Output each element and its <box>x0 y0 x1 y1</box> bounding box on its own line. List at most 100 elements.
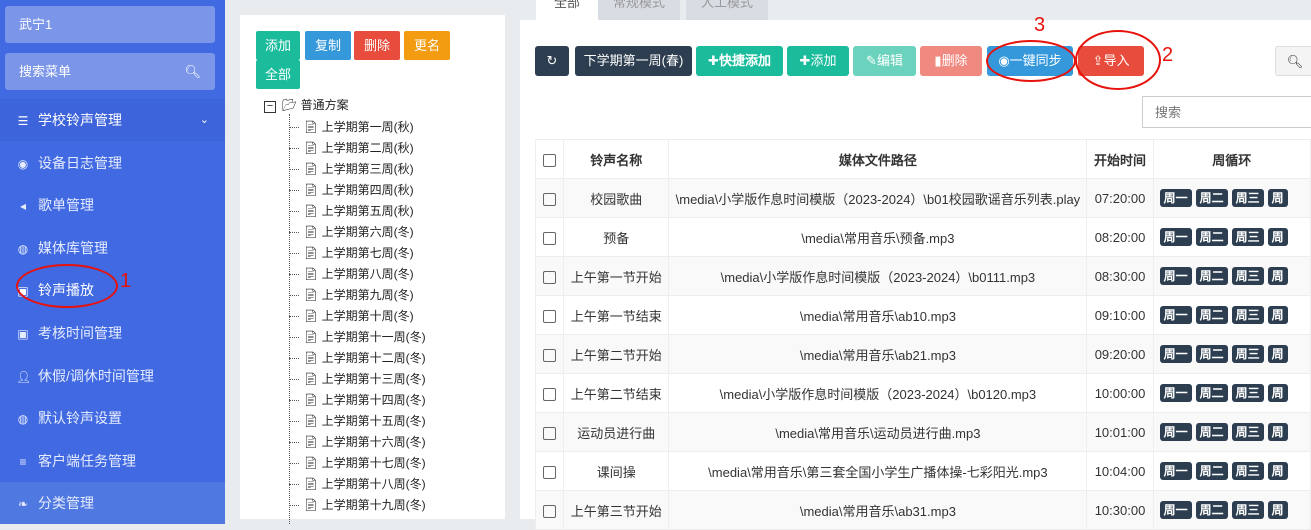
select-all-checkbox-cell[interactable] <box>534 139 565 179</box>
quick-add-button[interactable]: ✚快捷添加 <box>696 46 783 76</box>
tab-regular-mode[interactable]: 常规模式 <box>598 0 680 20</box>
day-badge: 周一 <box>1159 501 1192 519</box>
select-all-checkbox[interactable] <box>543 153 557 167</box>
menu-search-input[interactable]: 搜索菜单 <box>19 64 71 79</box>
tree-node[interactable]: 📄︎ 上学期第五周(秋) <box>289 201 414 222</box>
menu-item[interactable]: ❧ 分类管理 <box>0 482 225 525</box>
tree-delete-button[interactable]: 删除 <box>354 31 400 60</box>
start-time: 10:30:00 <box>1086 490 1154 530</box>
tree-rename-button[interactable]: 更名 <box>404 31 450 60</box>
menu-item[interactable]: ◍ 媒体库管理 <box>0 227 225 269</box>
add-button[interactable]: ✚添加 <box>787 46 849 76</box>
tree-node[interactable]: 📄︎ 上学期第一周(秋) <box>289 117 414 138</box>
row-checkbox[interactable] <box>543 192 557 206</box>
row-checkbox-cell[interactable] <box>534 490 565 530</box>
table-row[interactable]: 课间操 \media\常用音乐\第三套全国小学生广播体操-七彩阳光.mp3 10… <box>534 451 1311 491</box>
search-toggle-button[interactable]: 🔍︎ <box>1275 46 1311 76</box>
tree-node[interactable]: 📄︎ 上学期第三周(秋) <box>289 159 414 180</box>
search-icon[interactable]: 🔍︎ <box>184 53 201 90</box>
table-row[interactable]: 上午第三节开始 \media\常用音乐\ab31.mp3 10:30:00 周一… <box>534 490 1311 530</box>
col-name[interactable]: 铃声名称 <box>563 139 670 179</box>
row-checkbox[interactable] <box>543 309 557 323</box>
day-badge: 周 <box>1267 345 1288 363</box>
table-row[interactable]: 上午第一节开始 \media\小学版作息时间模版（2023-2024）\b011… <box>534 256 1311 296</box>
row-checkbox-cell[interactable] <box>534 295 565 335</box>
row-checkbox-cell[interactable] <box>534 256 565 296</box>
collapse-icon[interactable]: − <box>264 101 276 113</box>
tree-node[interactable]: 📄︎ 上学期第十四周(冬) <box>289 390 426 411</box>
tree-add-button[interactable]: 添加 <box>256 31 300 60</box>
row-checkbox-cell[interactable] <box>534 217 565 257</box>
day-badge: 周二 <box>1195 423 1228 441</box>
row-checkbox[interactable] <box>543 231 557 245</box>
menu-item[interactable]: ◉ 设备日志管理 <box>0 142 225 184</box>
row-checkbox-cell[interactable] <box>534 334 565 374</box>
table-search-input[interactable] <box>1142 96 1311 128</box>
tree-node[interactable]: 📄︎ 上学期第四周(秋) <box>289 180 414 201</box>
tree-node-label: 上学期第五周(秋) <box>321 204 414 218</box>
file-icon: 📄︎ <box>303 204 319 218</box>
row-checkbox-cell[interactable] <box>534 373 565 413</box>
tree-node[interactable]: 📄︎ 上学期第十周(冬) <box>289 306 414 327</box>
calendar-icon: ▣ <box>17 327 29 341</box>
table-row[interactable]: 校园歌曲 \media\小学版作息时间模版（2023-2024）\b01校园歌谣… <box>534 178 1311 218</box>
tree-all-button[interactable]: 全部 <box>256 60 300 89</box>
row-checkbox[interactable] <box>543 426 557 440</box>
tree-node[interactable]: 📄︎ 上学期第十一周(冬) <box>289 327 426 348</box>
col-start-time[interactable]: 开始时间 <box>1086 139 1154 179</box>
media-path: \media\小学版作息时间模版（2023-2024）\b0120.mp3 <box>668 373 1088 413</box>
row-checkbox[interactable] <box>543 348 557 362</box>
table-row[interactable]: 预备 \media\常用音乐\预备.mp3 08:20:00 周一 周二 周三周 <box>534 217 1311 257</box>
tree-node-label: 上学期第十六周(冬) <box>321 435 426 449</box>
tree-node[interactable]: 📄︎ 上学期第十六周(冬) <box>289 432 426 453</box>
delete-button[interactable]: ▮删除 <box>920 46 982 76</box>
start-time: 10:00:00 <box>1086 373 1154 413</box>
menu-item[interactable]: ≡ 客户端任务管理 <box>0 440 225 482</box>
week-select-button[interactable]: 下学期第一周(春) <box>575 46 692 76</box>
col-path[interactable]: 媒体文件路径 <box>668 139 1088 179</box>
tree-node[interactable]: 📄︎ 上学期第六周(冬) <box>289 222 414 243</box>
tree-node[interactable]: 📄︎ 上学期第十七周(冬) <box>289 453 426 474</box>
tab-manual-mode[interactable]: 人工模式 <box>686 0 768 20</box>
tree-node-label: 上学期第六周(冬) <box>321 225 414 239</box>
row-checkbox-cell[interactable] <box>534 451 565 491</box>
tree-node-label: 上学期第十周(冬) <box>321 309 414 323</box>
media-path: \media\常用音乐\ab10.mp3 <box>668 295 1088 335</box>
row-checkbox-cell[interactable] <box>534 412 565 452</box>
menu-search[interactable]: 搜索菜单 🔍︎ <box>5 53 215 90</box>
row-checkbox[interactable] <box>543 270 557 284</box>
table-row[interactable]: 上午第二节开始 \media\常用音乐\ab21.mp3 09:20:00 周一… <box>534 334 1311 374</box>
start-time: 10:01:00 <box>1086 412 1154 452</box>
menu-item[interactable]: 👤︎ 休假/调休时间管理 <box>0 355 225 397</box>
edit-button[interactable]: ✎编辑 <box>853 46 916 76</box>
col-week-cycle[interactable]: 周循环 <box>1152 139 1311 179</box>
row-checkbox[interactable] <box>543 504 557 518</box>
day-badge: 周三 <box>1231 345 1264 363</box>
tree-node[interactable]: 📄︎ 上学期第二周(秋) <box>289 138 414 159</box>
tree-node[interactable]: 📄︎ 上学期第九周(冬) <box>289 285 414 306</box>
tree-node[interactable]: 📄︎ 上学期第十三周(冬) <box>289 369 426 390</box>
refresh-button[interactable]: ↻ <box>535 46 569 76</box>
tree-node[interactable]: 📄︎ 上学期第八周(冬) <box>289 264 414 285</box>
table-row[interactable]: 上午第二节结束 \media\小学版作息时间模版（2023-2024）\b012… <box>534 373 1311 413</box>
table-row[interactable]: 上午第一节结束 \media\常用音乐\ab10.mp3 09:10:00 周一… <box>534 295 1311 335</box>
tree-node[interactable]: 📄︎ 上学期第十二周(冬) <box>289 348 426 369</box>
menu-item[interactable]: ◍ 默认铃声设置 <box>0 397 225 439</box>
row-checkbox[interactable] <box>543 387 557 401</box>
row-checkbox-cell[interactable] <box>534 178 565 218</box>
menu-item-label: 考核时间管理 <box>38 325 122 341</box>
file-icon: 📄︎ <box>303 246 319 260</box>
tree-node[interactable]: 📄︎ 上学期第十五周(冬) <box>289 411 426 432</box>
tree-root[interactable]: − 📂︎ 普通方案 <box>264 96 349 113</box>
menu-item[interactable]: ☰ 学校铃声管理 ⌄ <box>0 99 225 141</box>
menu-item[interactable]: ◂ 歌单管理 <box>0 184 225 226</box>
tree-node[interactable]: 📄︎ 上学期第七周(冬) <box>289 243 414 264</box>
file-icon: 📄︎ <box>303 498 319 512</box>
tree-copy-button[interactable]: 复制 <box>305 31 351 60</box>
tree-node[interactable]: 📄︎ 上学期第十九周(冬) <box>289 495 426 516</box>
table-row[interactable]: 运动员进行曲 \media\常用音乐\运动员进行曲.mp3 10:01:00 周… <box>534 412 1311 452</box>
tab-all[interactable]: 全部 <box>536 0 598 20</box>
row-checkbox[interactable] <box>543 465 557 479</box>
tree-node[interactable]: 📄︎ 上学期第十八周(冬) <box>289 474 426 495</box>
menu-item[interactable]: ▣ 考核时间管理 <box>0 312 225 354</box>
